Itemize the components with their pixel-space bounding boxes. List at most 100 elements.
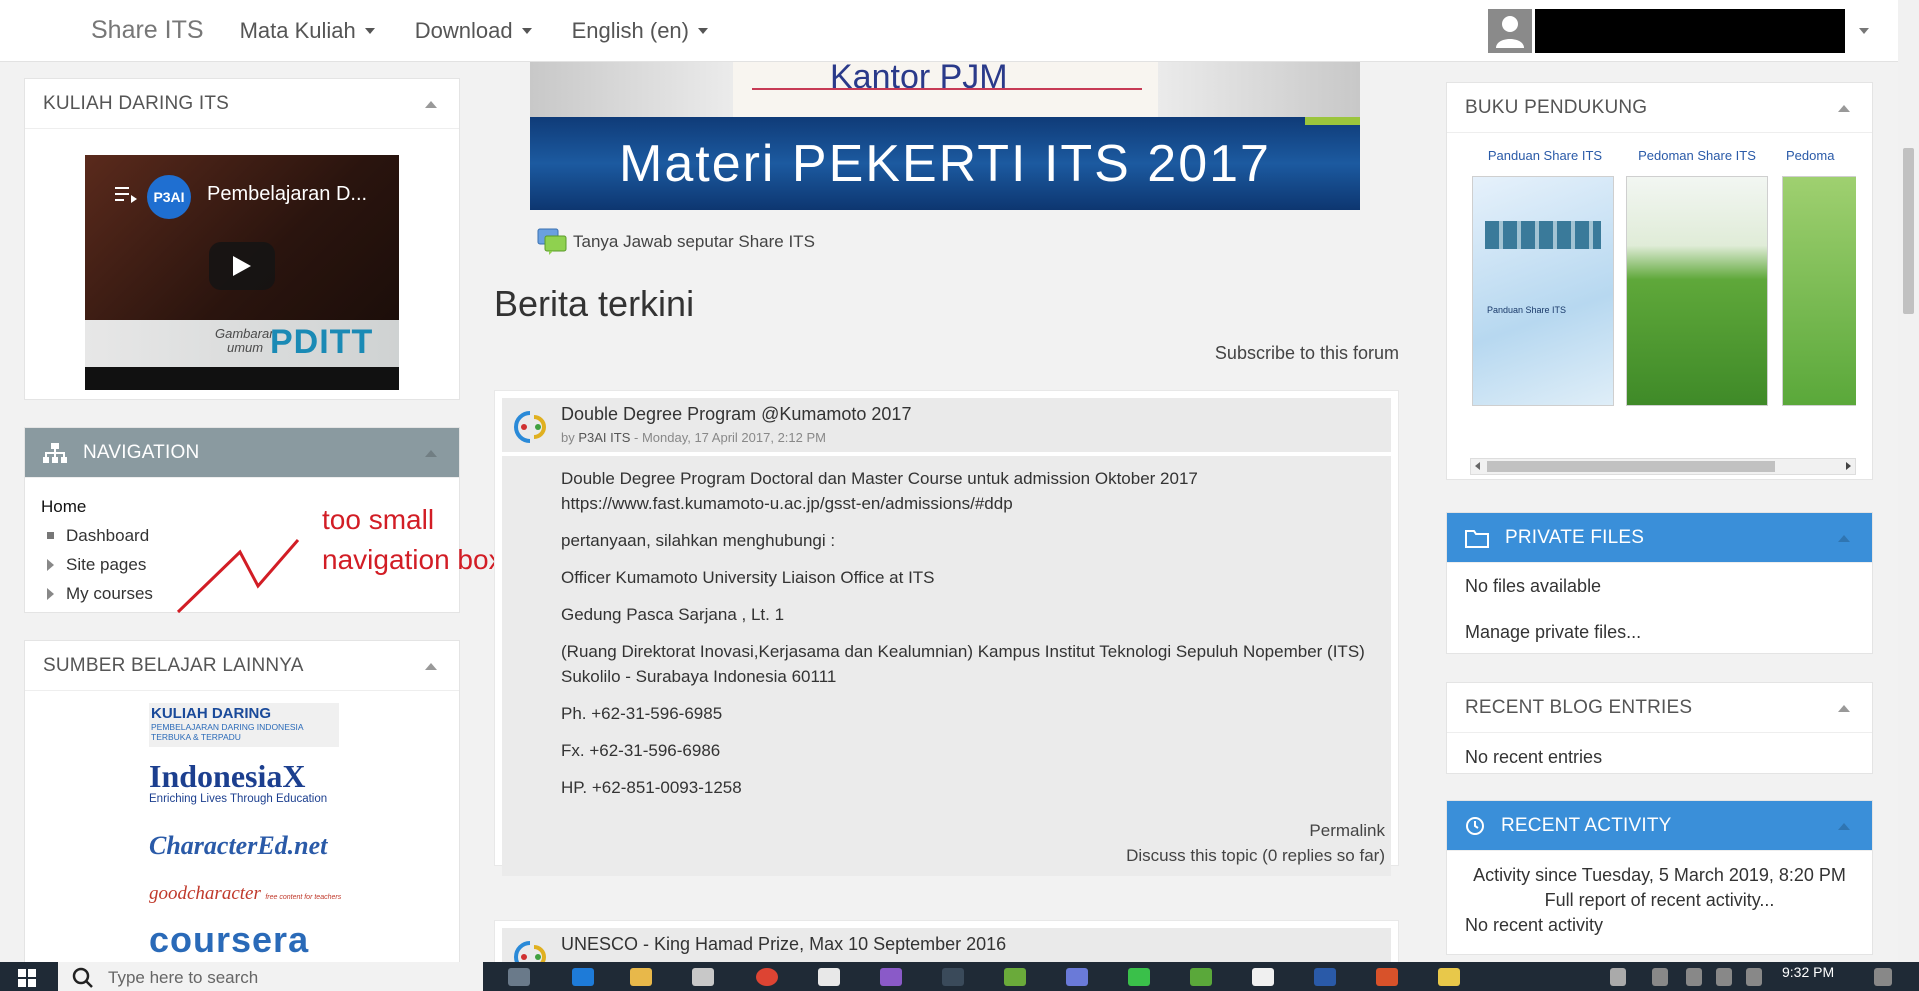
block-header: BUKU PENDUKUNG xyxy=(1447,83,1872,133)
empty-message: No recent entries xyxy=(1465,747,1603,767)
page-scrollbar[interactable] xyxy=(1898,0,1919,962)
menu-label: Mata Kuliah xyxy=(239,17,356,43)
word-icon[interactable] xyxy=(1314,968,1336,986)
collapse-icon[interactable] xyxy=(1838,535,1850,542)
book-cover: Panduan Share ITS xyxy=(1472,176,1614,406)
windows-start-icon[interactable] xyxy=(18,969,36,987)
task-view-icon[interactable] xyxy=(508,968,530,986)
cover-photos xyxy=(1485,221,1601,249)
banner-pekerti[interactable]: Materi PEKERTI ITS 2017 xyxy=(530,117,1360,210)
file-explorer-icon[interactable] xyxy=(630,968,652,986)
app-icon[interactable] xyxy=(1004,968,1026,986)
collapse-icon[interactable] xyxy=(425,663,437,670)
discuss-link[interactable]: Discuss this topic (0 replies so far) xyxy=(561,843,1385,868)
tray-chevron-icon[interactable] xyxy=(1652,968,1668,986)
battery-icon[interactable] xyxy=(1686,968,1702,986)
logo-text: goodcharacter xyxy=(149,883,261,904)
scroll-right-icon[interactable] xyxy=(1846,462,1851,470)
video-title[interactable]: Pembelajaran D... xyxy=(207,183,367,206)
strip-line: Gambaran xyxy=(215,326,277,341)
menu-mata-kuliah[interactable]: Mata Kuliah xyxy=(240,18,375,44)
notifications-icon[interactable] xyxy=(1874,968,1892,986)
scroll-left-icon[interactable] xyxy=(1475,462,1480,470)
paint-icon[interactable] xyxy=(1438,968,1460,986)
post-footer: Permalink Discuss this topic (0 replies … xyxy=(561,818,1385,868)
block-title: RECENT ACTIVITY xyxy=(1501,814,1672,836)
menu-download[interactable]: Download xyxy=(415,18,532,44)
expand-arrow-icon[interactable] xyxy=(47,587,54,600)
taskbar-clock[interactable]: 9:32 PM xyxy=(1782,964,1834,980)
block-header: KULIAH DARING ITS xyxy=(25,79,459,129)
user-icon xyxy=(1496,16,1524,48)
line-icon[interactable] xyxy=(1128,968,1150,986)
link-tanya-jawab[interactable]: Tanya Jawab seputar Share ITS xyxy=(537,228,815,256)
nav-item-label: Site pages xyxy=(66,555,147,574)
powerpoint-icon[interactable] xyxy=(1376,968,1398,986)
logo-charactered[interactable]: CharacterEd.net xyxy=(149,831,327,861)
empty-message: No recent activity xyxy=(1465,915,1604,935)
book-label[interactable]: Panduan Share ITS xyxy=(1470,148,1620,163)
book-item[interactable]: Pedoma xyxy=(1780,148,1856,406)
mail-icon[interactable] xyxy=(818,968,840,986)
taskbar-search[interactable]: Type here to search xyxy=(58,962,483,991)
avatar[interactable] xyxy=(1488,9,1532,53)
author-avatar[interactable] xyxy=(510,406,550,452)
book-item[interactable]: Panduan Share ITS Panduan Share ITS xyxy=(1470,148,1620,406)
p3ai-logo-icon xyxy=(514,411,546,443)
redacted-username xyxy=(1535,9,1845,53)
store-icon[interactable] xyxy=(692,968,714,986)
post-date: - Monday, 17 April 2017, 2:12 PM xyxy=(630,430,826,445)
volume-icon[interactable] xyxy=(1746,968,1762,986)
logo-goodcharacter[interactable]: goodcharacter free content for teachers xyxy=(149,883,341,905)
post-paragraph: Gedung Pasca Sarjana , Lt. 1 xyxy=(561,605,785,624)
collapse-icon[interactable] xyxy=(1838,705,1850,712)
scrollbar-thumb[interactable] xyxy=(1903,148,1914,314)
banner-text: Kantor PJM xyxy=(830,58,1008,96)
subscribe-link[interactable]: Subscribe to this forum xyxy=(1215,343,1399,364)
book-label[interactable]: Pedoman Share ITS xyxy=(1622,148,1772,163)
book-item[interactable]: Pedoman Share ITS xyxy=(1622,148,1772,406)
site-brand[interactable]: Share ITS xyxy=(91,16,204,45)
play-button[interactable] xyxy=(209,242,275,290)
post-header: Double Degree Program @Kumamoto 2017 by … xyxy=(502,398,1391,452)
banner-kantor-pjm[interactable]: Kantor PJM xyxy=(530,58,1360,117)
banner-text: Materi PEKERTI ITS 2017 xyxy=(619,134,1271,193)
visual-studio-icon[interactable] xyxy=(880,968,902,986)
block-title: NAVIGATION xyxy=(83,441,200,463)
manage-files-link[interactable]: Manage private files... xyxy=(1465,609,1854,655)
caret-down-icon xyxy=(521,27,532,34)
main-menu: Mata Kuliah Download English (en) xyxy=(240,18,748,44)
video-thumbnail xyxy=(85,155,399,320)
logo-kuliah-daring[interactable]: KULIAH DARING PEMBELAJARAN DARING INDONE… xyxy=(149,703,339,747)
block-title: BUKU PENDUKUNG xyxy=(1465,96,1648,118)
clock-icon xyxy=(1465,816,1485,836)
notepad-icon[interactable] xyxy=(1190,968,1212,986)
expand-arrow-icon[interactable] xyxy=(47,558,54,571)
discord-icon[interactable] xyxy=(1066,968,1088,986)
logo-indonesiax[interactable]: IndonesiaX Enriching Lives Through Educa… xyxy=(149,759,327,805)
logo-coursera[interactable]: coursera xyxy=(149,919,309,961)
caret-down-icon[interactable] xyxy=(1859,28,1869,34)
user-menu[interactable] xyxy=(1488,9,1869,53)
menu-label: English (en) xyxy=(571,17,689,43)
video-player[interactable]: P3AI Pembelajaran D... Gambaran umum PDIT… xyxy=(85,155,399,390)
full-report-link[interactable]: Full report of recent activity... xyxy=(1465,888,1854,913)
book-carousel-scrollbar[interactable] xyxy=(1470,458,1856,475)
wifi-icon[interactable] xyxy=(1716,968,1732,986)
book-label[interactable]: Pedoma xyxy=(1780,148,1856,163)
edge-icon[interactable] xyxy=(572,968,594,986)
collapse-icon[interactable] xyxy=(1838,105,1850,112)
collapse-icon[interactable] xyxy=(425,101,437,108)
chrome-icon[interactable] xyxy=(756,968,778,986)
steam-icon[interactable] xyxy=(942,968,964,986)
post-author-link[interactable]: P3AI ITS xyxy=(578,430,630,445)
scrollbar-thumb[interactable] xyxy=(1487,461,1775,472)
search-placeholder: Type here to search xyxy=(108,968,259,987)
collapse-icon[interactable] xyxy=(425,450,437,457)
book-carousel: Panduan Share ITS Panduan Share ITS Pedo… xyxy=(1470,148,1856,458)
menu-language[interactable]: English (en) xyxy=(572,18,708,44)
permalink-link[interactable]: Permalink xyxy=(561,818,1385,843)
photos-icon[interactable] xyxy=(1252,968,1274,986)
collapse-icon[interactable] xyxy=(1838,823,1850,830)
people-icon[interactable] xyxy=(1610,968,1626,986)
